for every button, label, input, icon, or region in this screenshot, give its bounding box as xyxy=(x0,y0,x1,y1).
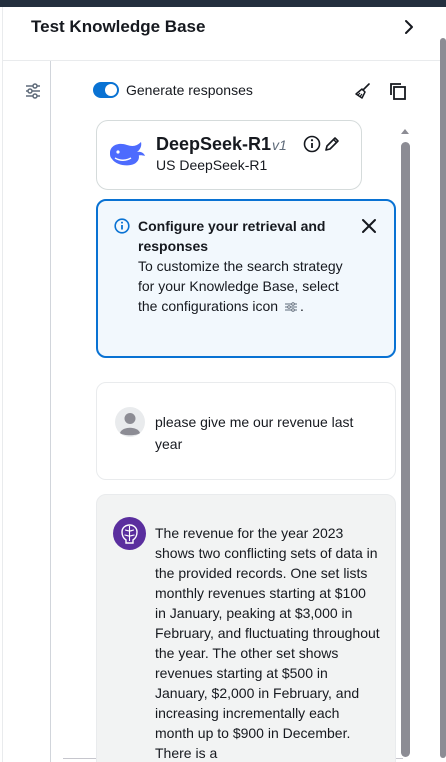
alert-text-body: To customize the search strategy for you… xyxy=(138,258,343,314)
user-message-text: please give me our revenue last year xyxy=(155,414,354,452)
model-name: DeepSeek-R1 xyxy=(156,134,272,154)
chevron-right-icon xyxy=(405,20,413,34)
model-version: v1 xyxy=(272,137,287,153)
close-icon xyxy=(362,219,376,233)
side-rail xyxy=(3,61,51,762)
header-divider xyxy=(3,60,446,61)
model-info-button[interactable] xyxy=(303,135,321,153)
panel-title: Test Knowledge Base xyxy=(31,17,206,36)
panel-header: Test Knowledge Base xyxy=(3,7,446,59)
pencil-icon xyxy=(325,137,339,151)
model-region-label: US DeepSeek-R1 xyxy=(156,157,268,173)
user-avatar-icon xyxy=(115,407,145,437)
conversation-scrollbar-thumb[interactable] xyxy=(401,142,410,757)
generate-responses-toggle[interactable] xyxy=(93,82,119,98)
configurations-button[interactable] xyxy=(23,81,43,101)
assistant-response-text: The revenue for the year 2023 shows two … xyxy=(155,525,380,761)
settings-sliders-icon xyxy=(284,302,297,313)
alert-text-end: . xyxy=(299,298,304,314)
broom-icon xyxy=(355,83,370,99)
model-selector-card[interactable]: DeepSeek-R1 v1 US DeepSeek-R1 xyxy=(96,120,362,190)
assistant-brain-icon xyxy=(113,517,146,550)
settings-sliders-icon xyxy=(26,83,40,99)
top-window-bar xyxy=(0,0,446,7)
copy-icon xyxy=(390,83,406,100)
deepseek-whale-icon xyxy=(110,142,145,166)
toggle-knob xyxy=(105,84,117,96)
clear-chat-button[interactable] xyxy=(353,81,373,101)
alert-title: Configure your retrieval and responses xyxy=(138,218,326,254)
configure-retrieval-alert: Configure your retrieval and responses T… xyxy=(96,199,396,358)
alert-text: To customize the search strategy for you… xyxy=(138,256,343,316)
generate-responses-label: Generate responses xyxy=(126,82,253,98)
info-circle-icon xyxy=(114,218,130,234)
assistant-response-card: The revenue for the year 2023 shows two … xyxy=(96,494,396,762)
scroll-up-arrow-icon[interactable] xyxy=(400,127,410,135)
panel-scrollbar-thumb[interactable] xyxy=(440,38,446,758)
edit-model-button[interactable] xyxy=(323,135,341,153)
copy-button[interactable] xyxy=(388,81,408,101)
expand-panel-button[interactable] xyxy=(399,17,419,39)
alert-close-button[interactable] xyxy=(360,217,378,235)
user-message-card: please give me our revenue last year xyxy=(96,382,396,480)
info-circle-icon xyxy=(303,135,321,153)
